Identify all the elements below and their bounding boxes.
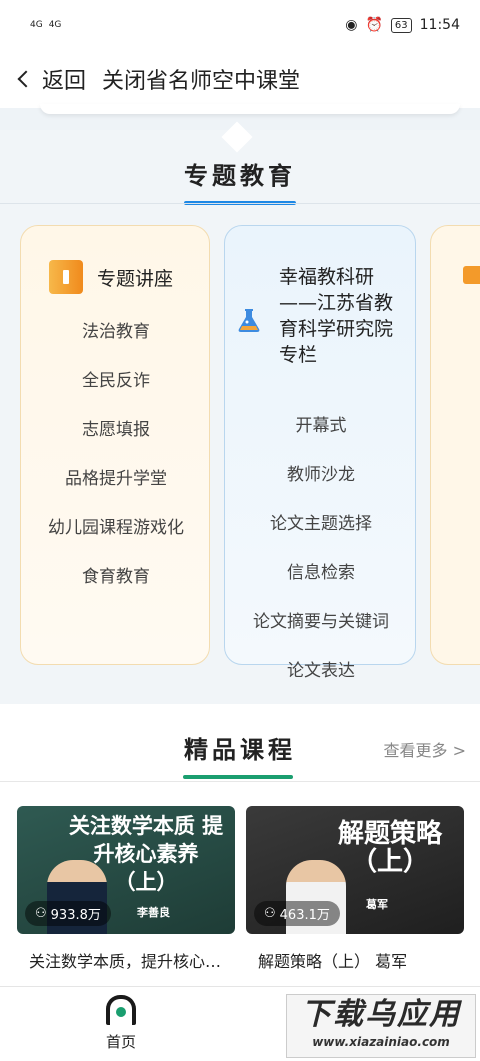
- flask-icon: [238, 309, 260, 332]
- research-item[interactable]: 论文表达: [225, 659, 417, 708]
- user-icon: ⚇: [35, 906, 47, 921]
- course-thumbnail[interactable]: 解题策略 （上） 葛军 ⚇ 463.1万: [246, 806, 464, 934]
- back-label: 返回: [42, 69, 87, 94]
- home-icon: [106, 995, 136, 1025]
- topic-section-title: 专题教育: [184, 162, 296, 190]
- top-card-edge: [40, 104, 460, 114]
- research-item[interactable]: 开幕式: [225, 414, 417, 463]
- course-card[interactable]: 关注数学本质 提升核心素养 （上） 李善良 ⚇ 933.8万 关注数学本质，提升…: [17, 806, 235, 972]
- research-item[interactable]: 教师沙龙: [225, 463, 417, 512]
- research-card-title: 幸福教科研——江苏省教育科学研究院专栏: [279, 266, 394, 366]
- tab-home[interactable]: 首页: [94, 995, 148, 1052]
- research-list: 开幕式 教师沙龙 论文主题选择 信息检索 论文摘要与关键词 论文表达: [225, 414, 417, 708]
- course-title: 关注数学本质，提升核心素养（上）: [29, 952, 235, 971]
- chevron-left-icon: [17, 70, 35, 88]
- lecture-item[interactable]: 全民反诈: [21, 369, 211, 418]
- lecture-card-title: 专题讲座: [97, 267, 174, 290]
- research-item[interactable]: 论文主题选择: [225, 512, 417, 561]
- watermark-text: 下载乌应用: [301, 997, 461, 1032]
- research-item[interactable]: 论文摘要与关键词: [225, 610, 417, 659]
- status-bar: 4G 4G ◉ ⏰ 63 11:54: [0, 0, 480, 50]
- eye-icon: ◉: [345, 17, 358, 33]
- partial-card[interactable]: [430, 225, 480, 665]
- page-title[interactable]: 关闭省名师空中课堂: [102, 63, 300, 95]
- course-card[interactable]: 解题策略 （上） 葛军 ⚇ 463.1万 解题策略（上） 葛军: [246, 806, 464, 972]
- teacher-name: 葛军: [366, 898, 388, 911]
- teacher-name: 李善良: [137, 906, 170, 919]
- view-count: ⚇ 463.1万: [254, 901, 340, 926]
- divider: [0, 203, 480, 204]
- research-item[interactable]: 信息检索: [225, 561, 417, 610]
- lecture-card[interactable]: 专题讲座 法治教育 全民反诈 志愿填报 品格提升学堂 幼儿园课程游戏化 食育教育: [20, 225, 210, 665]
- lecture-item[interactable]: 品格提升学堂: [21, 467, 211, 516]
- signal-icon-2: 4G: [48, 19, 62, 30]
- featured-underline: [183, 775, 293, 779]
- signal-indicators: 4G 4G: [30, 19, 62, 30]
- board-text: 解题策略 （上）: [337, 819, 442, 877]
- battery-indicator: 63: [390, 17, 412, 33]
- tab-home-label: 首页: [105, 1033, 136, 1051]
- lecture-item[interactable]: 志愿填报: [21, 418, 211, 467]
- lecture-item[interactable]: 食育教育: [21, 565, 211, 614]
- clock: 11:54: [419, 17, 460, 33]
- topic-section-header: 专题教育: [0, 138, 480, 205]
- lecture-list: 法治教育 全民反诈 志愿填报 品格提升学堂 幼儿园课程游戏化 食育教育: [21, 320, 211, 614]
- course-thumbnail[interactable]: 关注数学本质 提升核心素养 （上） 李善良 ⚇ 933.8万: [17, 806, 235, 934]
- alarm-icon: ⏰: [365, 17, 383, 33]
- lecture-item[interactable]: 幼儿园课程游戏化: [21, 516, 211, 565]
- video-icon: [463, 266, 480, 284]
- signal-icon-1: 4G: [30, 19, 43, 30]
- book-icon: [49, 260, 83, 294]
- lecture-item[interactable]: 法治教育: [21, 320, 211, 369]
- view-more-link[interactable]: 查看更多 >: [384, 737, 467, 761]
- view-count: ⚇ 933.8万: [25, 901, 111, 926]
- watermark-logo: 下载乌应用 www.xiazainiao.com: [286, 994, 476, 1058]
- course-title: 解题策略（上） 葛军: [258, 952, 408, 971]
- app-header: 返回 关闭省名师空中课堂: [0, 50, 480, 108]
- user-icon: ⚇: [264, 906, 276, 921]
- back-button[interactable]: 返回: [17, 63, 87, 95]
- watermark-url: www.xiazainiao.com: [312, 1035, 450, 1049]
- research-card[interactable]: 幸福教科研——江苏省教育科学研究院专栏 开幕式 教师沙龙 论文主题选择 信息检索…: [224, 225, 416, 681]
- divider: [0, 781, 480, 782]
